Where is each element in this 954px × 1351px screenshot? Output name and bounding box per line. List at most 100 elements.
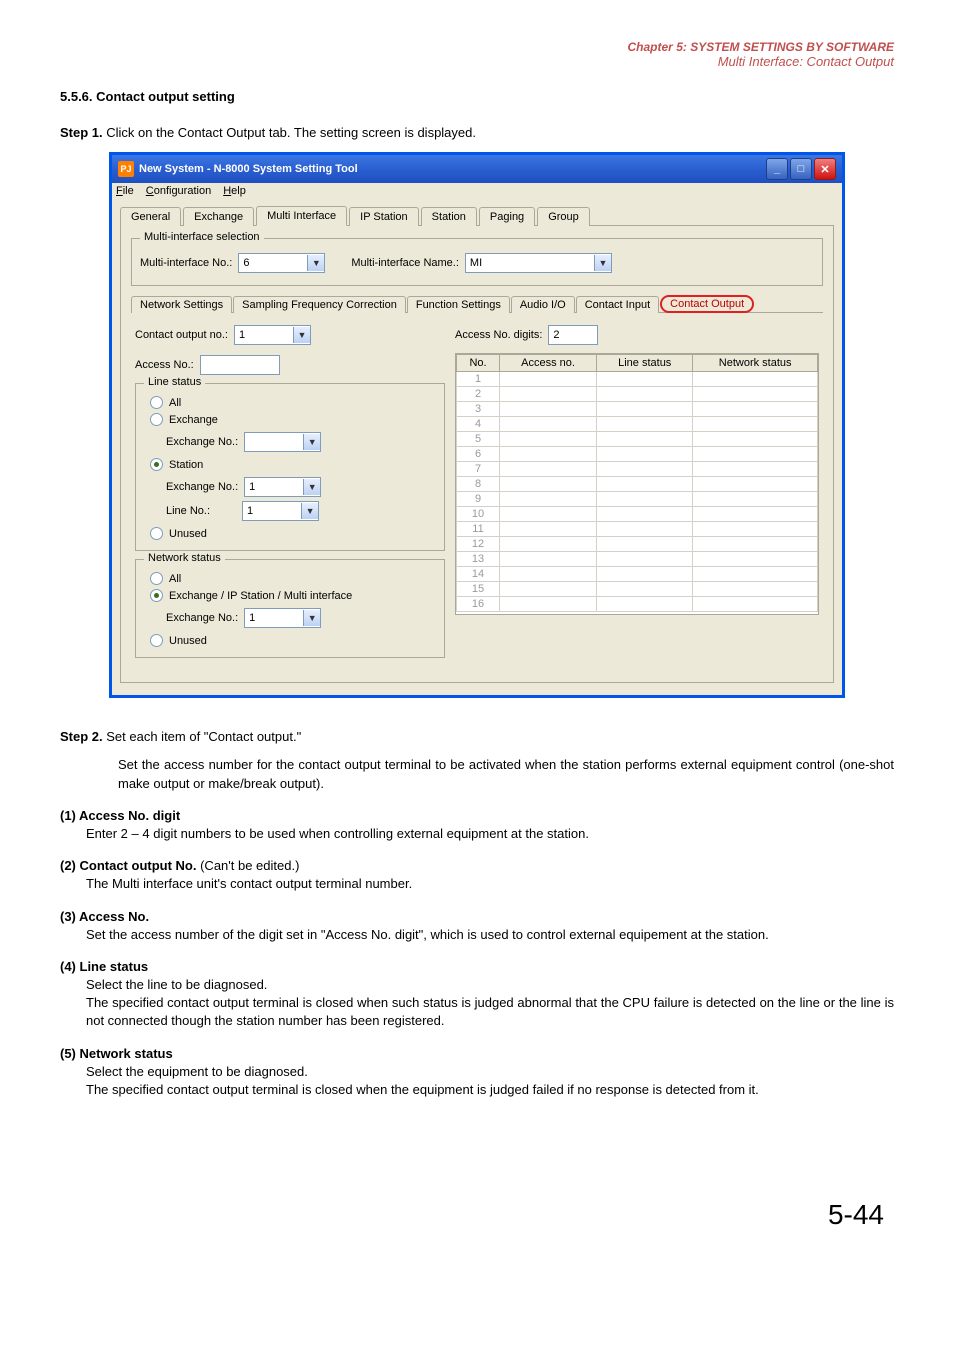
- mi-name-dropdown[interactable]: ▼: [465, 253, 612, 273]
- grid-header-network-status[interactable]: Network status: [693, 355, 818, 372]
- grid-cell-line-status[interactable]: [597, 477, 693, 492]
- grid-cell-access-no[interactable]: [500, 477, 597, 492]
- grid-cell-network-status[interactable]: [693, 432, 818, 447]
- network-status-all-option[interactable]: All: [144, 570, 436, 587]
- grid-cell-access-no[interactable]: [500, 462, 597, 477]
- menu-configuration[interactable]: Configuration: [146, 185, 211, 197]
- table-row[interactable]: 7: [457, 462, 818, 477]
- table-row[interactable]: 9: [457, 492, 818, 507]
- station-exchange-no-input[interactable]: [245, 479, 303, 495]
- grid-cell-network-status[interactable]: [693, 492, 818, 507]
- grid-cell-line-status[interactable]: [597, 522, 693, 537]
- output-grid[interactable]: No. Access no. Line status Network statu…: [455, 353, 819, 615]
- line-no-input[interactable]: [243, 503, 301, 519]
- subtab-sampling-frequency[interactable]: Sampling Frequency Correction: [233, 296, 406, 313]
- grid-cell-network-status[interactable]: [693, 537, 818, 552]
- network-exchange-no-input[interactable]: [245, 610, 303, 626]
- grid-cell-access-no[interactable]: [500, 492, 597, 507]
- table-row[interactable]: 16: [457, 597, 818, 612]
- line-status-exchange-option[interactable]: Exchange: [144, 411, 436, 428]
- line-status-all-option[interactable]: All: [144, 394, 436, 411]
- grid-cell-network-status[interactable]: [693, 387, 818, 402]
- line-exchange-no-dropdown[interactable]: ▼: [244, 432, 321, 452]
- table-row[interactable]: 6: [457, 447, 818, 462]
- grid-cell-line-status[interactable]: [597, 447, 693, 462]
- subtab-contact-output[interactable]: Contact Output: [660, 295, 754, 313]
- table-row[interactable]: 8: [457, 477, 818, 492]
- grid-cell-access-no[interactable]: [500, 567, 597, 582]
- grid-cell-network-status[interactable]: [693, 447, 818, 462]
- grid-cell-access-no[interactable]: [500, 417, 597, 432]
- close-button[interactable]: ✕: [814, 158, 836, 180]
- tab-station[interactable]: Station: [421, 207, 477, 226]
- grid-cell-access-no[interactable]: [500, 387, 597, 402]
- grid-cell-access-no[interactable]: [500, 507, 597, 522]
- table-row[interactable]: 10: [457, 507, 818, 522]
- grid-cell-network-status[interactable]: [693, 552, 818, 567]
- grid-cell-line-status[interactable]: [597, 417, 693, 432]
- table-row[interactable]: 15: [457, 582, 818, 597]
- grid-cell-line-status[interactable]: [597, 552, 693, 567]
- grid-cell-network-status[interactable]: [693, 597, 818, 612]
- grid-cell-line-status[interactable]: [597, 387, 693, 402]
- contact-output-no-input[interactable]: [235, 327, 293, 343]
- grid-header-line-status[interactable]: Line status: [597, 355, 693, 372]
- grid-cell-access-no[interactable]: [500, 582, 597, 597]
- subtab-network-settings[interactable]: Network Settings: [131, 296, 232, 313]
- subtab-audio-io[interactable]: Audio I/O: [511, 296, 575, 313]
- maximize-button[interactable]: □: [790, 158, 812, 180]
- table-row[interactable]: 11: [457, 522, 818, 537]
- grid-cell-access-no[interactable]: [500, 522, 597, 537]
- menu-help[interactable]: Help: [223, 185, 246, 197]
- grid-cell-network-status[interactable]: [693, 462, 818, 477]
- table-row[interactable]: 5: [457, 432, 818, 447]
- network-status-unused-option[interactable]: Unused: [144, 632, 436, 649]
- tab-multi-interface[interactable]: Multi Interface: [256, 206, 347, 226]
- table-row[interactable]: 3: [457, 402, 818, 417]
- subtab-contact-input[interactable]: Contact Input: [576, 296, 659, 313]
- grid-cell-line-status[interactable]: [597, 597, 693, 612]
- grid-cell-line-status[interactable]: [597, 492, 693, 507]
- grid-cell-line-status[interactable]: [597, 462, 693, 477]
- grid-cell-line-status[interactable]: [597, 402, 693, 417]
- grid-cell-network-status[interactable]: [693, 507, 818, 522]
- tab-general[interactable]: General: [120, 207, 181, 226]
- tab-paging[interactable]: Paging: [479, 207, 535, 226]
- network-status-exchange-ip-option[interactable]: Exchange / IP Station / Multi interface: [144, 587, 436, 604]
- grid-cell-network-status[interactable]: [693, 567, 818, 582]
- grid-cell-network-status[interactable]: [693, 477, 818, 492]
- table-row[interactable]: 14: [457, 567, 818, 582]
- table-row[interactable]: 2: [457, 387, 818, 402]
- grid-cell-network-status[interactable]: [693, 372, 818, 387]
- network-exchange-no-dropdown[interactable]: ▼: [244, 608, 321, 628]
- grid-cell-line-status[interactable]: [597, 537, 693, 552]
- mi-no-input[interactable]: [239, 255, 307, 271]
- minimize-button[interactable]: _: [766, 158, 788, 180]
- station-exchange-no-dropdown[interactable]: ▼: [244, 477, 321, 497]
- table-row[interactable]: 13: [457, 552, 818, 567]
- mi-no-dropdown[interactable]: ▼: [238, 253, 325, 273]
- table-row[interactable]: 12: [457, 537, 818, 552]
- tab-group[interactable]: Group: [537, 207, 590, 226]
- grid-cell-access-no[interactable]: [500, 447, 597, 462]
- table-row[interactable]: 1: [457, 372, 818, 387]
- grid-cell-line-status[interactable]: [597, 432, 693, 447]
- line-no-dropdown[interactable]: ▼: [242, 501, 319, 521]
- grid-cell-network-status[interactable]: [693, 417, 818, 432]
- line-exchange-no-input[interactable]: [245, 434, 303, 450]
- grid-header-no[interactable]: No.: [457, 355, 500, 372]
- grid-cell-line-status[interactable]: [597, 567, 693, 582]
- subtab-function-settings[interactable]: Function Settings: [407, 296, 510, 313]
- grid-cell-network-status[interactable]: [693, 582, 818, 597]
- line-status-unused-option[interactable]: Unused: [144, 525, 436, 542]
- grid-cell-access-no[interactable]: [500, 597, 597, 612]
- grid-cell-access-no[interactable]: [500, 537, 597, 552]
- grid-cell-access-no[interactable]: [500, 402, 597, 417]
- grid-header-access-no[interactable]: Access no.: [500, 355, 597, 372]
- contact-output-no-dropdown[interactable]: ▼: [234, 325, 311, 345]
- grid-cell-access-no[interactable]: [500, 372, 597, 387]
- tab-ip-station[interactable]: IP Station: [349, 207, 419, 226]
- tab-exchange[interactable]: Exchange: [183, 207, 254, 226]
- access-digits-input[interactable]: [548, 325, 598, 345]
- grid-cell-line-status[interactable]: [597, 372, 693, 387]
